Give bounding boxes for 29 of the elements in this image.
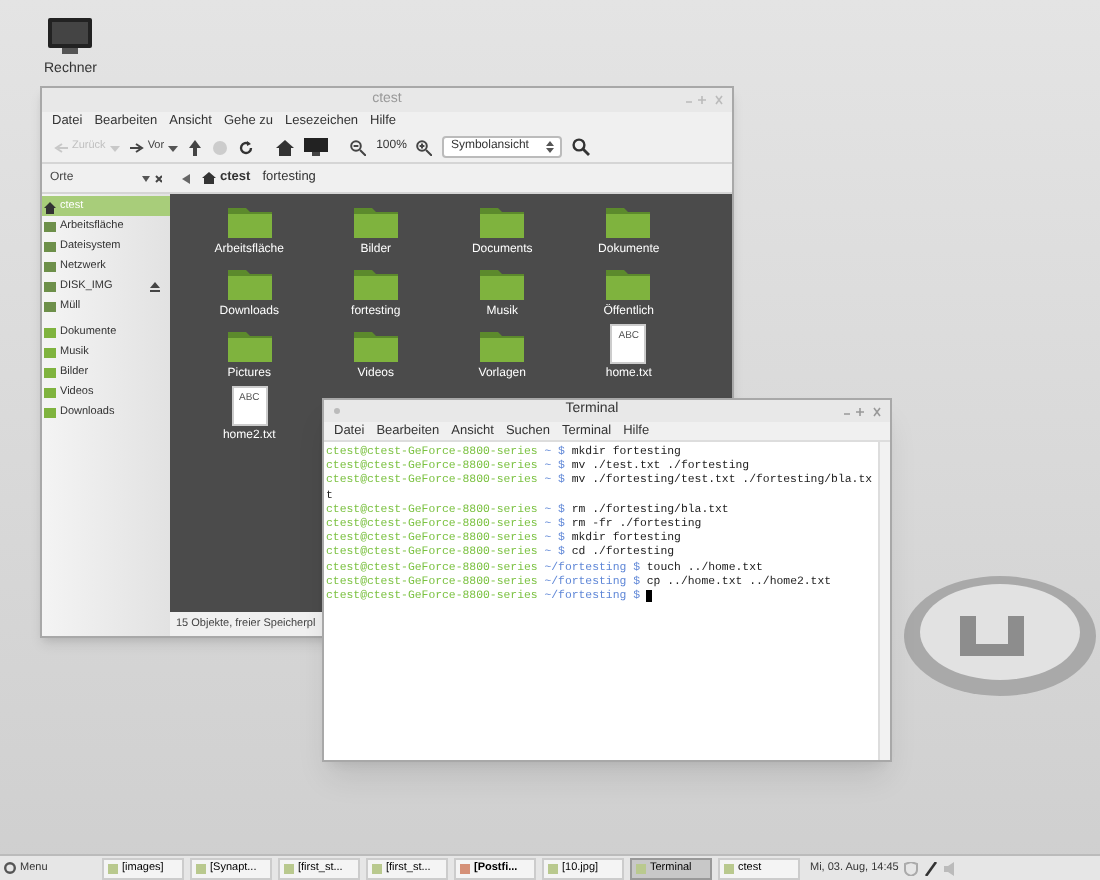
up-arrow-icon[interactable] [188, 139, 203, 155]
home-icon [44, 199, 56, 213]
left-arrow-icon[interactable] [182, 173, 190, 183]
app-icon [284, 863, 294, 873]
app-icon [108, 863, 118, 873]
caret-icon [109, 143, 120, 151]
reload-icon[interactable] [238, 139, 255, 155]
app-icon [196, 863, 206, 873]
home-icon[interactable] [276, 139, 295, 155]
app-icon [460, 863, 470, 873]
close-icon[interactable] [142, 173, 162, 183]
arrow-icon [129, 141, 144, 153]
caret-icon [168, 143, 179, 151]
arrow-icon [54, 141, 68, 153]
zoom-out-icon[interactable] [350, 139, 367, 155]
home-icon [202, 172, 216, 184]
spinner-icon [546, 140, 555, 154]
network-icon[interactable] [924, 861, 939, 875]
search-icon[interactable] [572, 138, 591, 156]
app-icon [548, 863, 558, 873]
zoom-in-icon[interactable] [416, 139, 433, 155]
app-icon [724, 863, 734, 873]
scrollbar[interactable] [878, 442, 890, 760]
menu-logo-icon [4, 862, 16, 874]
monitor-icon[interactable] [46, 16, 95, 56]
app-icon [636, 863, 646, 873]
app-icon [372, 863, 382, 873]
eject-icon[interactable] [150, 281, 160, 291]
monitor-icon[interactable] [304, 138, 329, 156]
